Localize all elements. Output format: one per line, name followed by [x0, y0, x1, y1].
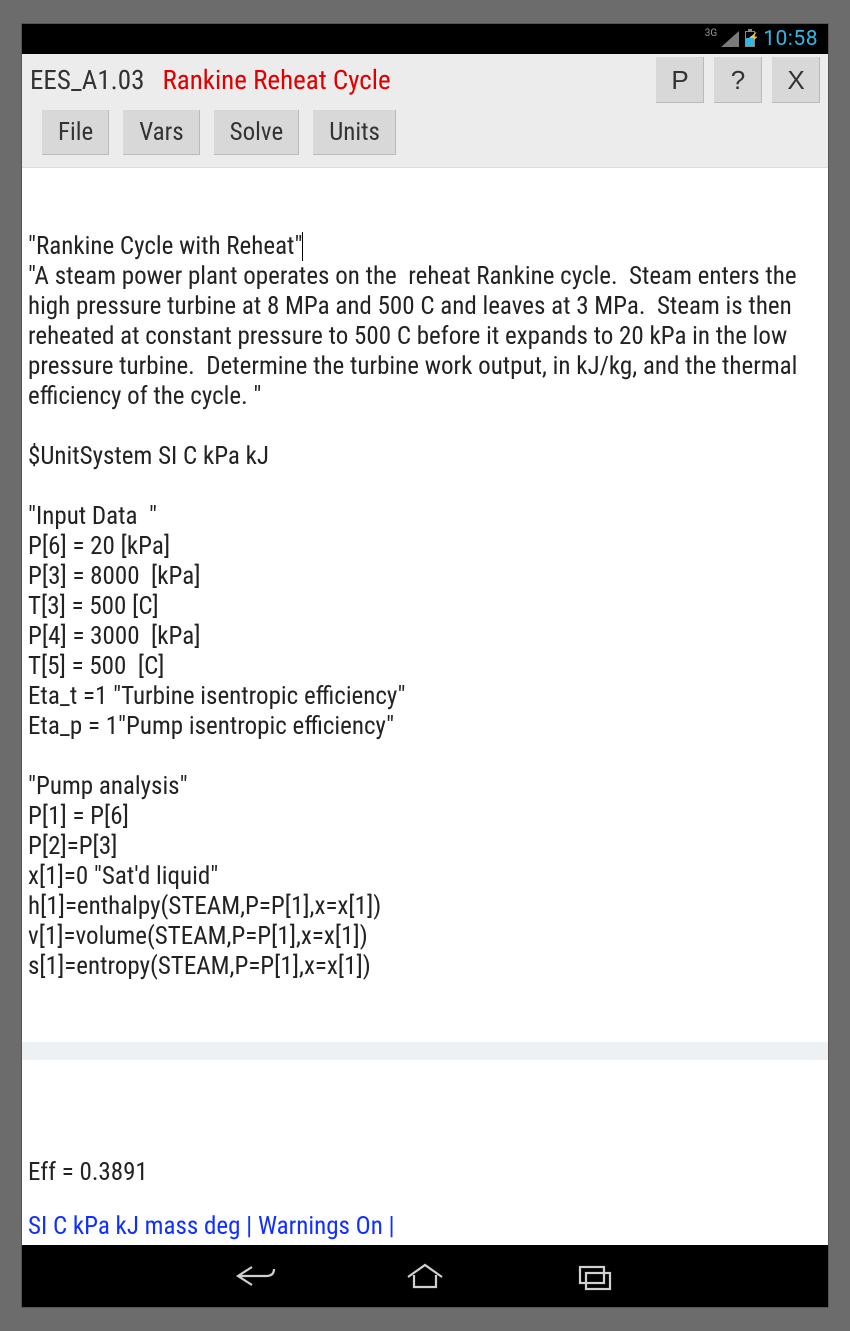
help-button[interactable]: ? — [714, 57, 762, 103]
title-bar: EES_A1.03 Rankine Reheat Cycle P ? X Fil… — [22, 54, 828, 168]
toolbar: File Vars Solve Units — [30, 100, 820, 167]
nav-bar — [22, 1245, 828, 1307]
device-frame: 3G ⚡ 10:58 EES_A1.03 Rankine Reheat Cycl… — [21, 23, 829, 1308]
text-cursor — [302, 232, 303, 261]
signal-icon — [721, 31, 739, 47]
editor-source[interactable]: "Rankine Cycle with Reheat" "A steam pow… — [28, 232, 822, 982]
units-button[interactable]: Units — [313, 110, 396, 155]
clock: 10:58 — [763, 27, 818, 51]
battery-icon: ⚡ — [745, 31, 755, 47]
editor-first-line: "Rankine Cycle with Reheat" — [28, 232, 302, 261]
network-label: 3G — [705, 28, 717, 39]
app-name: EES_A1.03 — [30, 64, 144, 96]
file-button[interactable]: File — [42, 110, 109, 155]
editor-rest: "A steam power plant operates on the reh… — [28, 262, 803, 981]
p-button[interactable]: P — [656, 57, 704, 103]
code-editor[interactable]: "Rankine Cycle with Reheat" "A steam pow… — [22, 168, 828, 1212]
document-title: Rankine Reheat Cycle — [162, 64, 390, 96]
recent-apps-icon[interactable] — [570, 1256, 620, 1296]
results-pane[interactable]: Eff = 0.3891 Eta_p = 1 [-] Eta_t = 1 [-]… — [28, 1120, 822, 1212]
vars-button[interactable]: Vars — [123, 110, 199, 155]
title-row: EES_A1.03 Rankine Reheat Cycle P ? X — [30, 60, 820, 100]
home-icon[interactable] — [400, 1256, 450, 1296]
results-separator — [22, 1042, 828, 1060]
status-line: SI C kPa kJ mass deg | Warnings On | — [22, 1212, 828, 1245]
status-bar: 3G ⚡ 10:58 — [22, 24, 828, 54]
back-icon[interactable] — [230, 1256, 280, 1296]
solve-button[interactable]: Solve — [214, 110, 300, 155]
app-window: EES_A1.03 Rankine Reheat Cycle P ? X Fil… — [22, 54, 828, 1245]
close-button[interactable]: X — [772, 57, 820, 103]
